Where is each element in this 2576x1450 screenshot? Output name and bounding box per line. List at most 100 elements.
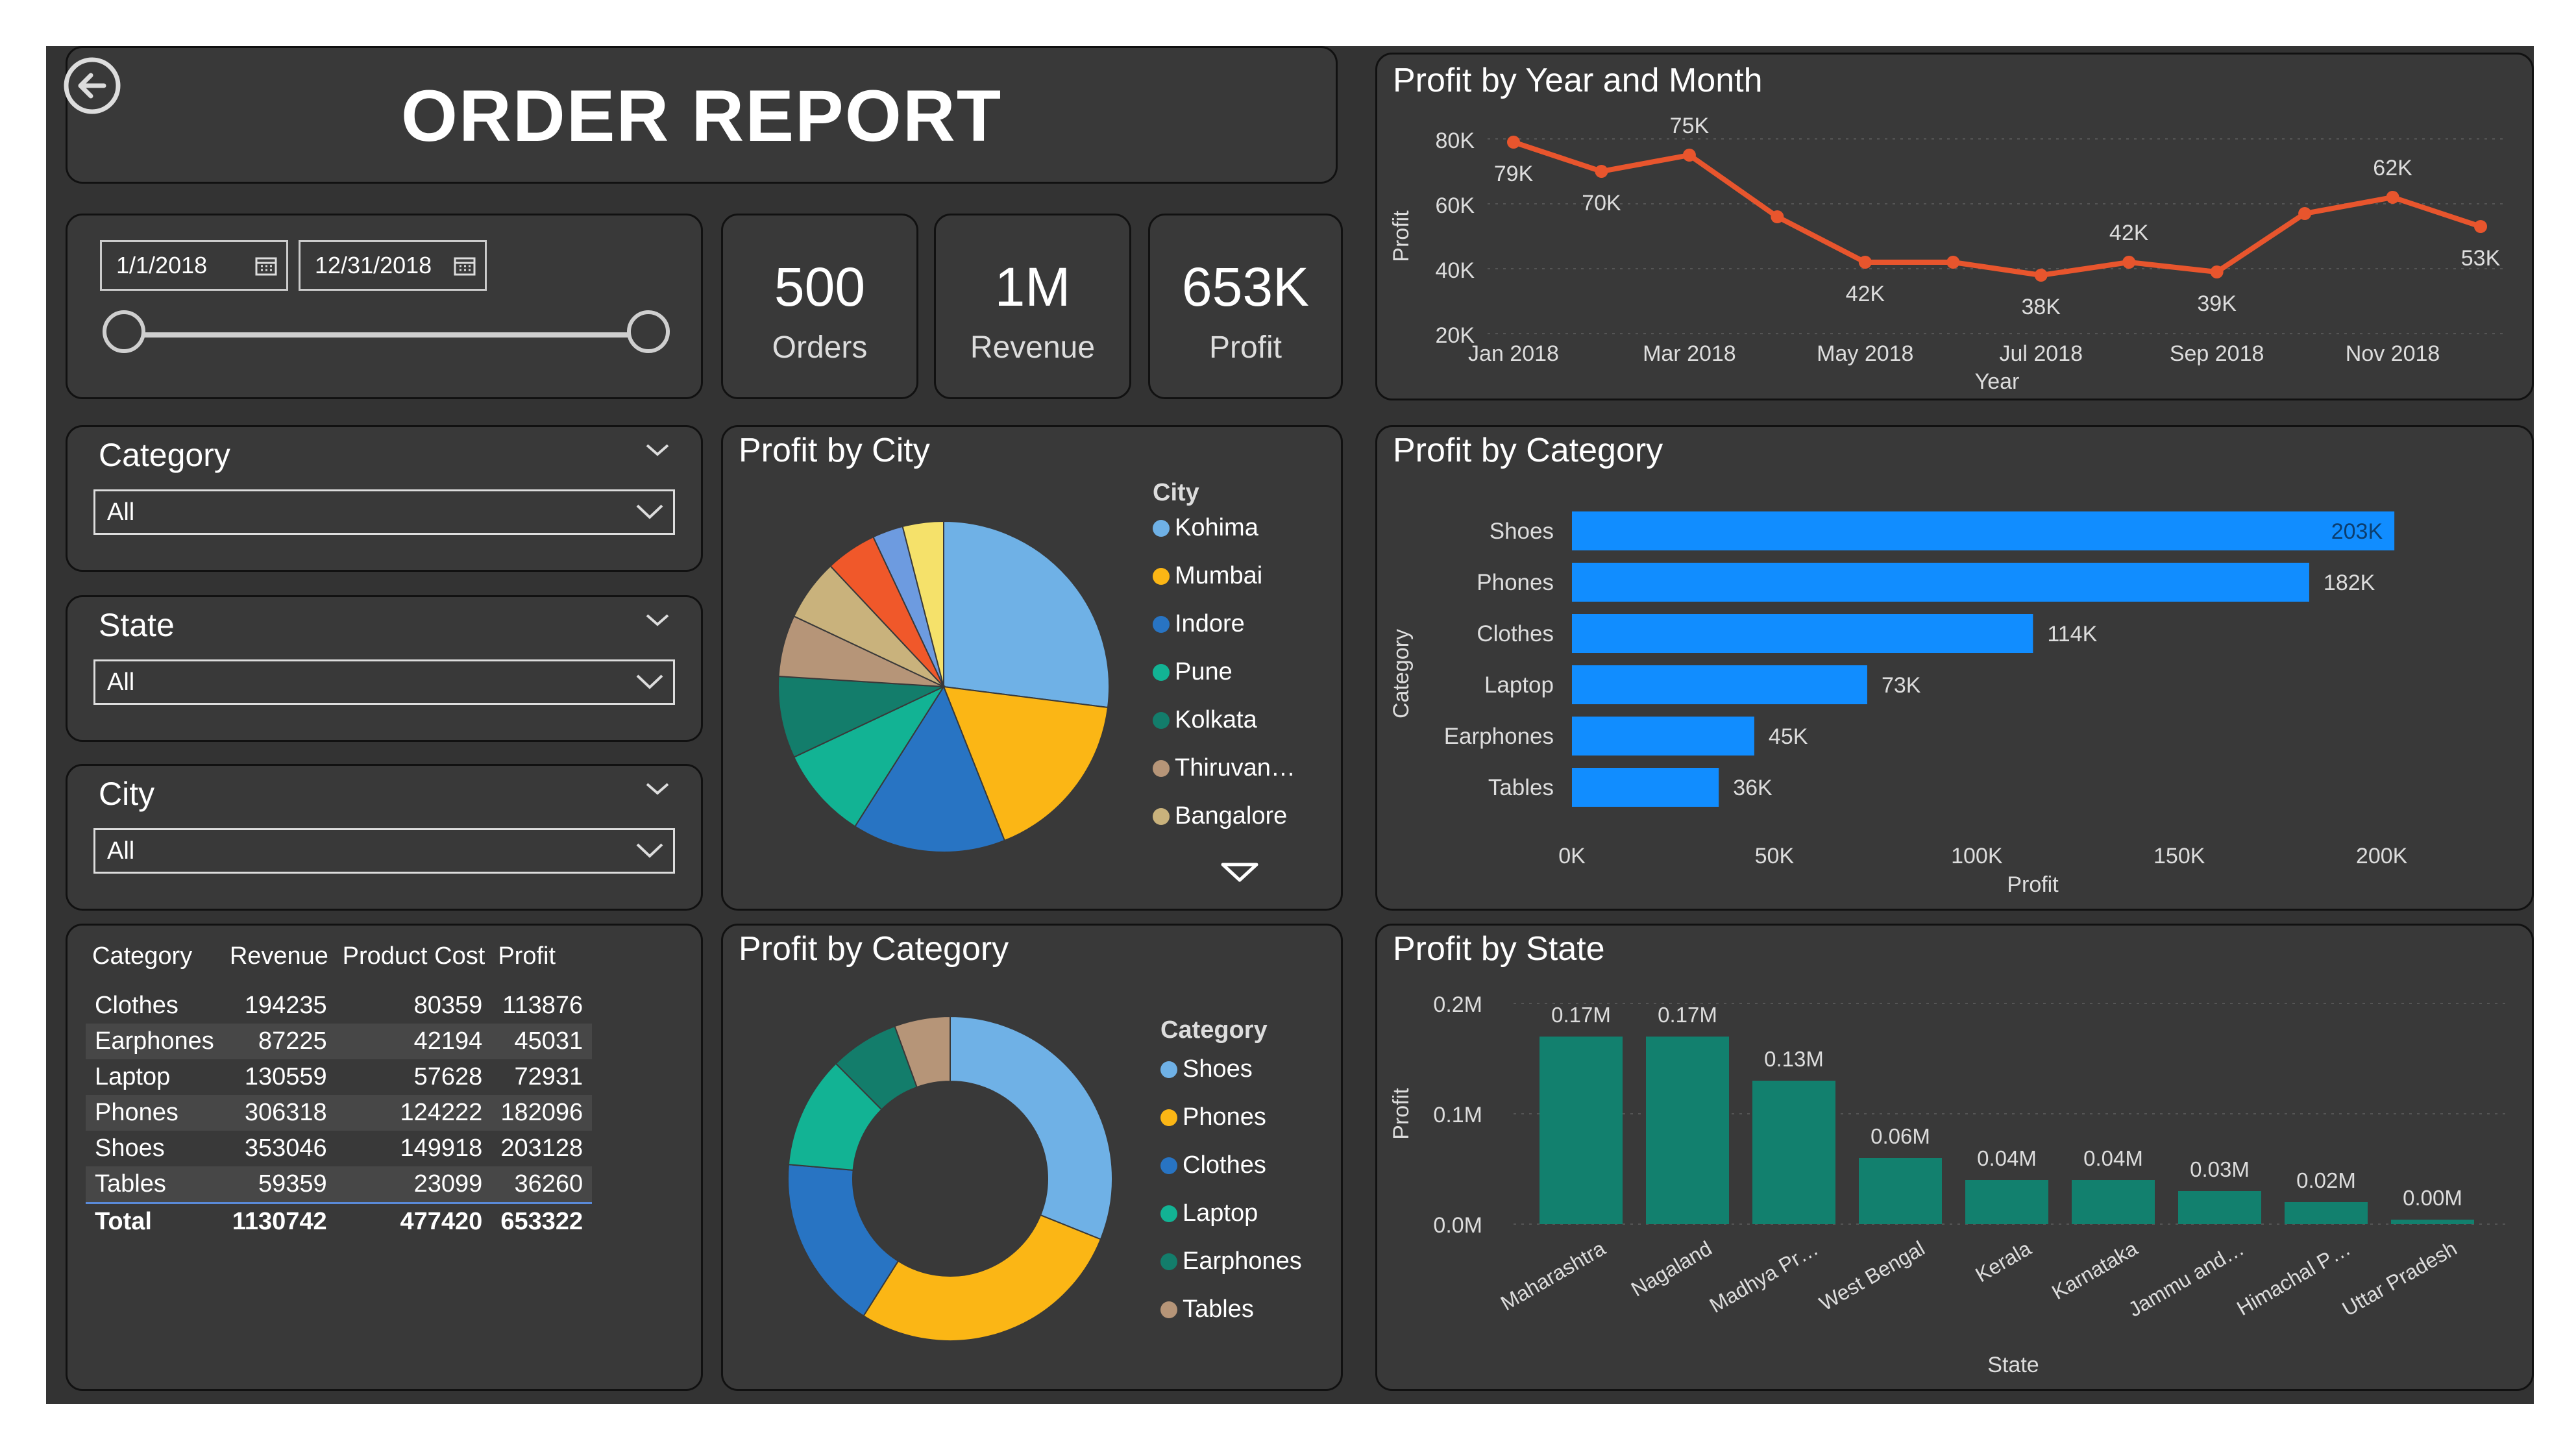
- line-point: [2122, 256, 2136, 269]
- data-label: 39K: [2197, 291, 2237, 316]
- kpi-orders-value: 500: [774, 256, 866, 317]
- category-legend-title: Category: [1160, 1016, 1268, 1044]
- legend-label: Indore: [1175, 610, 1245, 637]
- bar: [1965, 1180, 2048, 1224]
- category-tick-label: Earphones: [1444, 724, 1554, 749]
- city-dropdown[interactable]: All: [93, 828, 675, 874]
- table-cell: Clothes: [95, 992, 178, 1019]
- date-slider-track[interactable]: [126, 332, 652, 338]
- x-axis-label: State: [1987, 1353, 2039, 1377]
- y-tick-label: 0.2M: [1433, 992, 1482, 1017]
- legend-item[interactable]: Pune: [1153, 658, 1233, 686]
- legend-swatch: [1160, 1061, 1177, 1078]
- legend-swatch: [1153, 664, 1170, 681]
- table-cell: 59359: [223, 1166, 336, 1203]
- profit-by-category-donut-title: Profit by Category: [739, 930, 1009, 968]
- line-point: [1595, 165, 1608, 178]
- date-range-slicer: 1/1/2018 12/31/2018: [66, 214, 703, 399]
- bar: [1572, 563, 2309, 602]
- line-point: [1682, 149, 1696, 162]
- table-total-row: Total 1130742 477420 653322: [86, 1202, 593, 1240]
- legend-item[interactable]: Indore: [1153, 610, 1245, 638]
- legend-item[interactable]: Laptop: [1160, 1199, 1258, 1227]
- table-row: Earphones 87225 42194 45031: [86, 1024, 593, 1059]
- legend-label: Bangalore: [1175, 802, 1288, 829]
- calendar-icon: [454, 257, 476, 276]
- bar: [1859, 1158, 1942, 1224]
- legend-label: Earphones: [1183, 1247, 1302, 1275]
- data-label: 203K: [2331, 519, 2383, 544]
- table-header[interactable]: Product Cost: [336, 942, 492, 988]
- bar: [1752, 1081, 1835, 1224]
- x-tick-label: 50K: [1755, 844, 1795, 868]
- table-cell: 23099: [336, 1166, 492, 1203]
- chevron-down-icon[interactable]: [645, 613, 670, 628]
- legend-item[interactable]: Phones: [1160, 1103, 1266, 1131]
- start-date-field[interactable]: 1/1/2018: [100, 240, 288, 291]
- data-label: 36K: [1733, 776, 1773, 800]
- legend-item[interactable]: Earphones: [1160, 1247, 1302, 1275]
- bar: [2285, 1202, 2368, 1224]
- data-label: 0.02M: [2296, 1168, 2356, 1192]
- table-row: Shoes 353046 149918 203128: [86, 1131, 592, 1166]
- table-header[interactable]: Category: [86, 942, 223, 988]
- category-dropdown-value: All: [107, 498, 135, 526]
- legend-label: Phones: [1183, 1103, 1266, 1131]
- legend-item[interactable]: Mumbai: [1153, 562, 1262, 590]
- table-cell: 113876: [502, 992, 583, 1019]
- data-label: 38K: [2021, 295, 2061, 319]
- bar: [1572, 511, 2395, 550]
- state-dropdown[interactable]: All: [93, 659, 675, 705]
- category-tick-label: Himachal P…: [2233, 1236, 2354, 1320]
- legend-item[interactable]: Shoes: [1160, 1055, 1253, 1083]
- table-header[interactable]: Revenue: [223, 942, 336, 988]
- profit-by-category-bar-chart: 0K 50K 100K 150K 200K Shoes 203K Phones 182K Clot…: [1389, 511, 2408, 897]
- state-dropdown-value: All: [107, 669, 135, 696]
- bar: [1572, 768, 1719, 807]
- kpi-orders-label: Orders: [772, 330, 868, 365]
- category-dropdown[interactable]: All: [93, 489, 675, 535]
- date-slider-end-handle[interactable]: [627, 310, 670, 353]
- legend-item[interactable]: Tables: [1160, 1296, 1254, 1323]
- legend-item[interactable]: Kolkata: [1153, 706, 1257, 734]
- table-cell: Shoes: [95, 1135, 165, 1162]
- legend-swatch: [1153, 568, 1170, 585]
- data-label: 79K: [1494, 162, 1534, 186]
- legend-item[interactable]: Kohima: [1153, 514, 1258, 542]
- line-point: [2474, 220, 2487, 233]
- data-label: 0.13M: [1764, 1047, 1824, 1071]
- line-point: [1771, 210, 1784, 223]
- table-row: Tables 59359 23099 36260: [86, 1166, 593, 1203]
- y-tick-label: 0.0M: [1433, 1213, 1482, 1238]
- legend-item[interactable]: Clothes: [1160, 1151, 1266, 1179]
- table-cell: 72931: [514, 1063, 583, 1090]
- table-cell: 149918: [400, 1135, 483, 1162]
- table-cell: 203128: [500, 1135, 583, 1162]
- table-cell: Laptop: [95, 1063, 171, 1090]
- table-cell: Phones: [86, 1095, 223, 1131]
- state-slicer-title: State: [99, 607, 175, 643]
- legend-swatch: [1153, 760, 1170, 777]
- bar: [2072, 1180, 2155, 1224]
- date-slider-start-handle[interactable]: [103, 310, 145, 353]
- chevron-down-icon[interactable]: [645, 781, 670, 797]
- data-label: 75K: [1670, 114, 1710, 138]
- legend-scroll-down-icon[interactable]: [1220, 862, 1259, 884]
- x-tick-label: 0K: [1558, 844, 1586, 868]
- legend-item[interactable]: Thiruvan…: [1153, 754, 1295, 782]
- legend-item[interactable]: Bangalore: [1153, 802, 1287, 830]
- kpi-revenue-card: 1M Revenue: [934, 214, 1131, 399]
- profit-by-city-pie: [778, 520, 1110, 853]
- legend-swatch: [1153, 616, 1170, 633]
- table-header-row: Category Revenue Product Cost Profit: [86, 942, 592, 988]
- table-header[interactable]: Profit: [491, 942, 592, 988]
- data-label: 42K: [2109, 221, 2149, 245]
- line-point: [2298, 207, 2312, 220]
- table-cell: 1130742: [223, 1202, 336, 1240]
- x-tick-label: Mar 2018: [1643, 341, 1736, 366]
- profit-by-category-donut-panel: Profit by Category Category Shoes Phones C…: [721, 924, 1343, 1391]
- series-line: [1512, 140, 2482, 278]
- chevron-down-icon[interactable]: [645, 443, 670, 458]
- data-label: 62K: [2373, 156, 2412, 180]
- end-date-field[interactable]: 12/31/2018: [299, 240, 487, 291]
